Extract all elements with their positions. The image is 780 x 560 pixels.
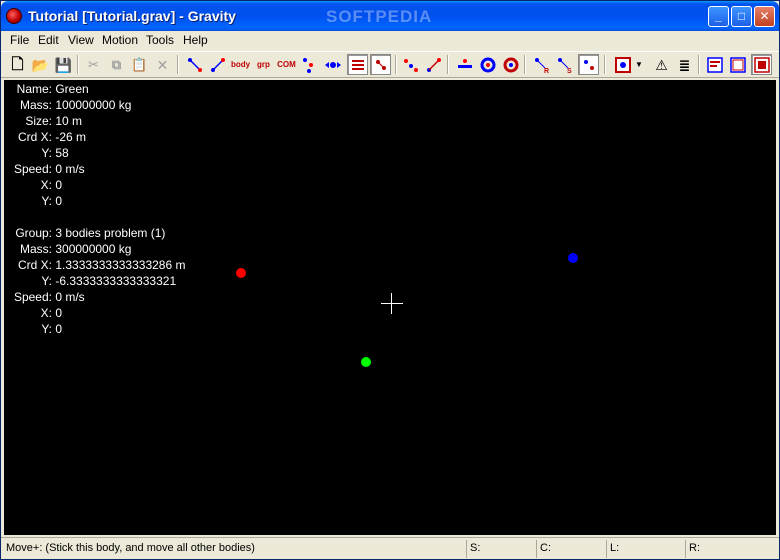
status-r: R: <box>685 540 777 558</box>
crosshair-cursor-v <box>391 293 392 314</box>
step-r-icon[interactable]: R <box>531 54 552 75</box>
velocity-arrow-icon[interactable] <box>184 54 205 75</box>
run-pressed-icon[interactable] <box>578 54 599 75</box>
crosshair-cursor-h <box>381 303 403 304</box>
menu-file[interactable]: File <box>10 33 29 47</box>
group-mass-value: 300000000 kg <box>55 242 132 256</box>
grid-dropdown-icon[interactable] <box>612 54 633 75</box>
warning-icon[interactable]: ⚠ <box>651 54 672 75</box>
blue-body[interactable] <box>568 253 578 263</box>
toolbar: 🗋 📂 💾 ✂ ⧉ 📋 ✕ body grp COM R S ▼ ⚠ ≣ <box>1 51 779 78</box>
copy-icon[interactable]: ⧉ <box>106 54 127 75</box>
body-icon[interactable]: body <box>230 54 251 75</box>
group-speed-x-value: 0 <box>55 306 63 320</box>
delete-icon[interactable]: ✕ <box>152 54 173 75</box>
status-message: Move+: (Stick this body, and move all ot… <box>6 542 255 554</box>
position-arrow-icon[interactable] <box>207 54 228 75</box>
body-mass-value: 100000000 kg <box>55 98 132 112</box>
move-body-icon[interactable] <box>322 54 343 75</box>
panel-3-pressed-icon[interactable] <box>751 54 772 75</box>
rotate-left-icon[interactable] <box>477 54 498 75</box>
group-name-value: 3 bodies problem (1) <box>55 226 166 240</box>
menu-help[interactable]: Help <box>183 33 208 47</box>
body-size-value: 10 m <box>55 114 83 128</box>
menu-bar: File Edit View Motion Tools Help <box>1 31 779 50</box>
center-icon[interactable] <box>454 54 475 75</box>
group-speed-value: 0 m/s <box>55 290 85 304</box>
status-bar: Move+: (Stick this body, and move all ot… <box>1 537 779 559</box>
body-crd-x-value: -26 m <box>55 130 87 144</box>
menu-view[interactable]: View <box>68 33 94 47</box>
trail-icon[interactable] <box>299 54 320 75</box>
zoom-arrow-icon[interactable] <box>423 54 444 75</box>
svg-text:R: R <box>544 68 549 74</box>
menu-edit[interactable]: Edit <box>38 33 59 47</box>
gravity-app-icon[interactable] <box>6 8 22 24</box>
group-crd-y-value: -6.3333333333333321 <box>55 274 177 288</box>
chevron-down-icon[interactable]: ▼ <box>634 54 644 75</box>
group-crd-x-value: 1.3333333333333286 m <box>55 258 186 272</box>
window-title: Tutorial [Tutorial.grav] - Gravity <box>28 8 236 24</box>
menu-motion[interactable]: Motion <box>102 33 138 47</box>
group-speed-y-value: 0 <box>55 322 63 336</box>
title-bar[interactable]: Tutorial [Tutorial.grav] - Gravity SOFTP… <box>1 1 779 31</box>
body-speed-y-value: 0 <box>55 194 63 208</box>
group-add-icon[interactable]: grp <box>253 54 274 75</box>
open-folder-icon[interactable]: 📂 <box>30 54 51 75</box>
body-speed-value: 0 m/s <box>55 162 85 176</box>
app-window: Tutorial [Tutorial.grav] - Gravity SOFTP… <box>0 0 780 560</box>
group-info: Group: 3 bodies problem (1) Mass: 300000… <box>13 226 186 336</box>
com-icon[interactable]: COM <box>276 54 297 75</box>
close-button[interactable]: ✕ <box>754 6 775 27</box>
green-body[interactable] <box>361 357 371 367</box>
step-s-icon[interactable]: S <box>554 54 575 75</box>
paste-icon[interactable]: 📋 <box>129 54 150 75</box>
panel-2-icon[interactable] <box>727 54 748 75</box>
selected-body-info: Name: Green Mass: 100000000 kg Size: 10 … <box>13 82 132 208</box>
status-l: L: <box>606 540 684 558</box>
minimize-button[interactable]: _ <box>708 6 729 27</box>
move-plus-pressed-icon[interactable] <box>370 54 391 75</box>
panel-1-icon[interactable] <box>704 54 725 75</box>
body-crd-y-value: 58 <box>55 146 69 160</box>
rotate-right-icon[interactable] <box>500 54 521 75</box>
scatter-icon[interactable] <box>400 54 421 75</box>
save-disk-icon[interactable]: 💾 <box>53 54 74 75</box>
red-body[interactable] <box>236 268 246 278</box>
list-icon[interactable]: ≣ <box>674 54 695 75</box>
status-c: C: <box>536 540 604 558</box>
svg-text:S: S <box>567 68 572 74</box>
simulation-canvas[interactable]: Name: Green Mass: 100000000 kg Size: 10 … <box>4 80 776 535</box>
body-speed-x-value: 0 <box>55 178 63 192</box>
stick-body-pressed-icon[interactable] <box>347 54 368 75</box>
menu-tools[interactable]: Tools <box>146 33 174 47</box>
softpedia-watermark: SOFTPEDIA <box>326 7 433 26</box>
maximize-button[interactable]: □ <box>731 6 752 27</box>
cut-icon[interactable]: ✂ <box>83 54 104 75</box>
new-file-icon[interactable]: 🗋 <box>7 54 28 75</box>
status-s: S: <box>466 540 534 558</box>
body-name-value: Green <box>55 82 89 96</box>
